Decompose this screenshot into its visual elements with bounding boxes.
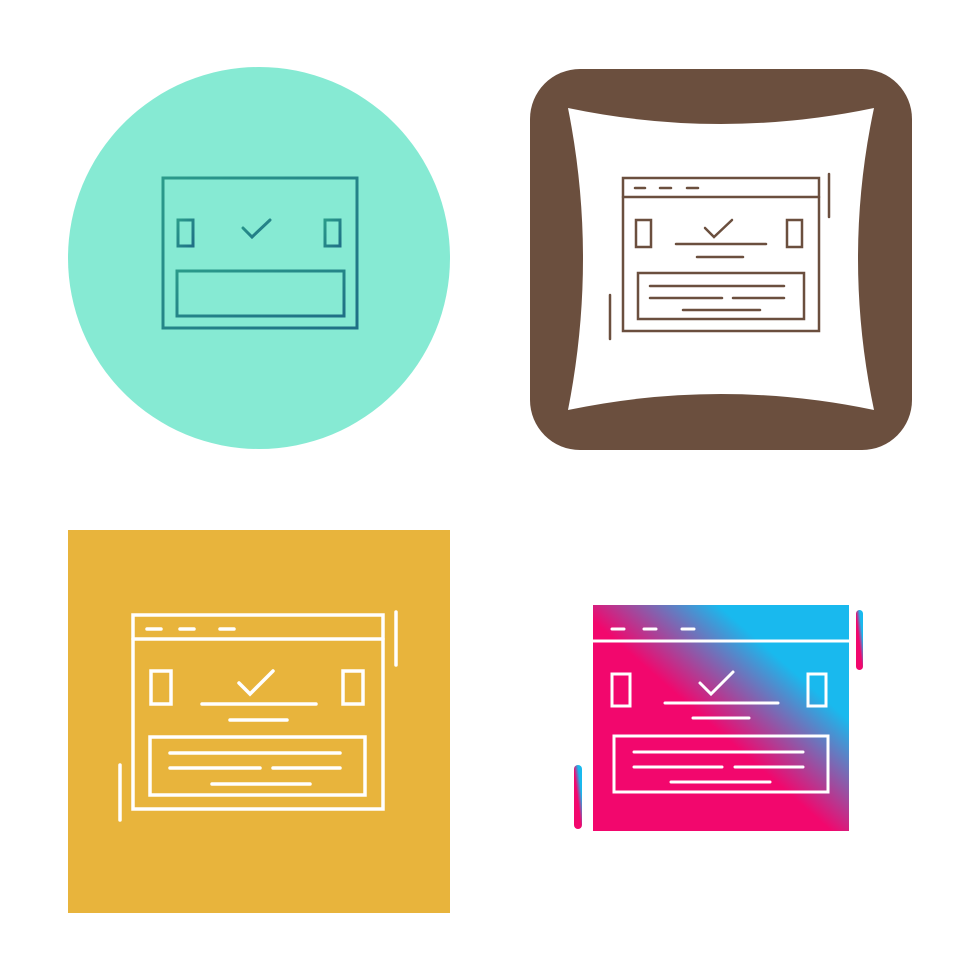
browser-window-checkmark-icon <box>530 69 912 450</box>
browser-window-checkmark-icon <box>574 605 863 831</box>
icon-variant-rounded-square[interactable] <box>490 0 980 490</box>
icon-variant-grid <box>0 0 980 980</box>
icon-variant-square[interactable] <box>0 490 490 980</box>
icon-variant-glyph[interactable] <box>490 490 980 980</box>
browser-window-checkmark-icon <box>68 530 450 913</box>
icon-variant-circle[interactable] <box>0 0 490 490</box>
pillow-panel <box>568 108 874 410</box>
browser-window-checkmark-icon <box>68 67 450 449</box>
